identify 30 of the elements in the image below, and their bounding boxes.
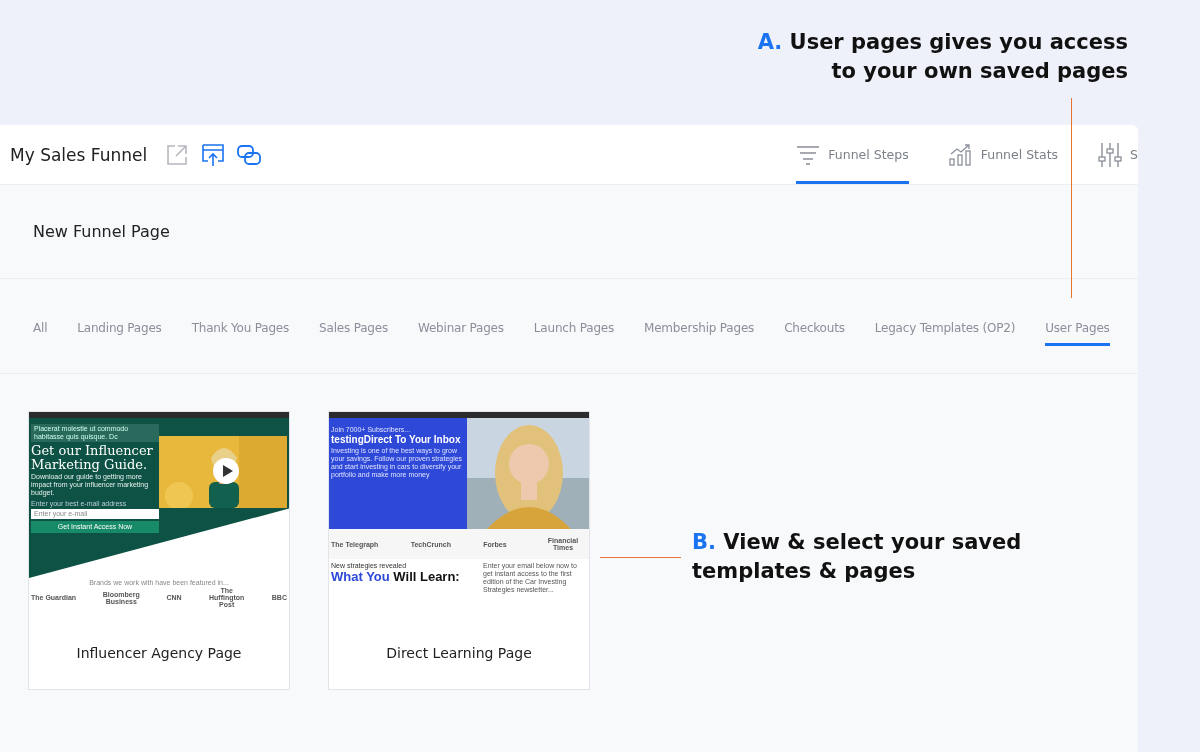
linked-squares-icon[interactable] xyxy=(237,143,262,166)
bar-chart-icon xyxy=(948,142,973,167)
nav-tab[interactable]: Funnel Steps xyxy=(796,125,909,184)
play-icon[interactable] xyxy=(213,458,239,484)
filter-icon xyxy=(796,144,821,165)
category-tab[interactable]: Membership Pages xyxy=(644,312,755,346)
sliders-icon xyxy=(1098,141,1123,168)
category-tab[interactable]: Launch Pages xyxy=(533,312,615,346)
funnel-title: My Sales Funnel xyxy=(10,144,148,165)
template-card[interactable] xyxy=(328,411,590,690)
category-tab[interactable]: User Pages xyxy=(1045,312,1110,346)
category-tab[interactable]: Legacy Templates (OP2) xyxy=(874,312,1016,346)
template-name: Influencer Agency Page xyxy=(75,644,243,663)
template-name: Direct Learning Page xyxy=(385,644,533,663)
annotation-text: A. User pages gives you access to your own saved pages xyxy=(756,29,1128,85)
category-tab[interactable]: All xyxy=(33,312,48,346)
nav-tab[interactable]: Funnel Stats xyxy=(948,125,1059,184)
hero-headline: testingDirect To Your Inbox xyxy=(331,434,462,446)
category-tab[interactable]: Thank You Pages xyxy=(191,312,290,346)
section-title: What You Will Learn: xyxy=(331,570,461,585)
hero-headline: Get our Influencer Marketing Guide. xyxy=(31,444,154,472)
page-heading: New Funnel Page xyxy=(33,222,170,241)
annotation-text: B. View & select your saved templates & pages xyxy=(692,529,1023,585)
upload-icon[interactable] xyxy=(201,142,226,167)
category-tab[interactable]: Checkouts xyxy=(784,312,845,346)
category-tab[interactable]: Webinar Pages xyxy=(417,312,504,346)
category-tab[interactable]: Sales Pages xyxy=(319,312,388,346)
nav-tab[interactable]: S xyxy=(1098,125,1138,184)
template-card[interactable] xyxy=(28,411,290,690)
category-tab[interactable]: Landing Pages xyxy=(77,312,162,346)
